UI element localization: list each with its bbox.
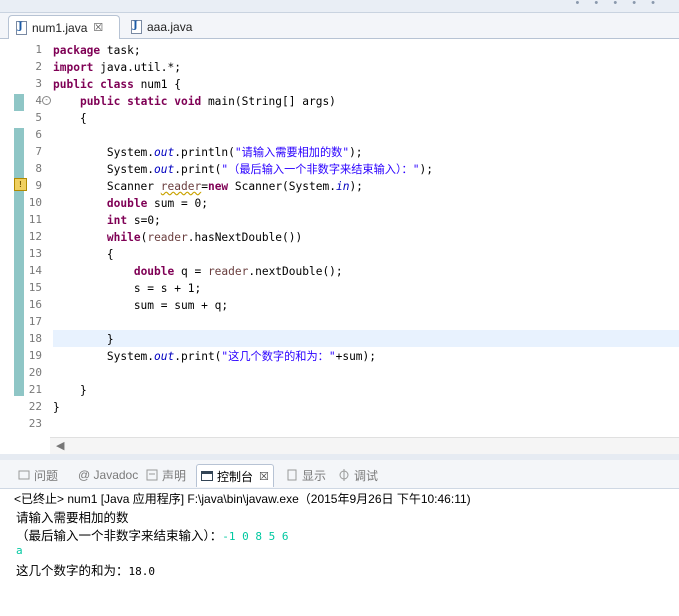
code-line-14: double q = reader.nextDouble(); <box>133 265 343 278</box>
code-line-12: while(reader.hasNextDouble()) <box>106 231 303 244</box>
line-number: 2 <box>35 60 42 73</box>
line-number: 10 <box>28 196 42 209</box>
tab-label: 控制台 <box>217 469 254 484</box>
code-line-2: import java.util.*; <box>53 61 181 74</box>
code-line-13: { <box>53 248 114 261</box>
code-line-21: } <box>53 384 87 397</box>
line-number: 17 <box>28 315 42 328</box>
code-line-19: System.out.print("这几个数字的和为："+sum); <box>53 350 377 363</box>
line-number: 16 <box>28 298 42 311</box>
code-editor[interactable]: ! - 1 2 3 4 5 6 7 8 9 10 11 12 13 14 15 16 17 18 19 20 21 22 2… <box>0 39 679 454</box>
code-line-10: double sum = 0; <box>106 197 208 210</box>
close-icon[interactable]: ☒ <box>259 470 269 483</box>
code-line-16: sum = sum + q; <box>53 299 229 312</box>
line-number: 14 <box>28 264 42 277</box>
console-tab-bar: 问题 @ Javadoc 声明 控制台 ☒ 显示 调试 <box>0 460 679 489</box>
tab-num1-java[interactable]: J num1.java ☒ <box>8 15 120 39</box>
close-icon[interactable]: ☒ <box>93 21 103 34</box>
tab-display[interactable]: 显示 <box>286 466 326 484</box>
line-number: 20 <box>28 366 42 379</box>
code-line-15: s = s + 1; <box>53 282 202 295</box>
console-output-line: 这几个数字的和为：18.0 <box>16 564 156 578</box>
console-output-line: 请输入需要相加的数 <box>16 511 129 525</box>
tab-label: 问题 <box>34 468 59 483</box>
line-number: 3 <box>35 77 42 90</box>
java-file-icon: J <box>15 21 27 35</box>
code-line-8: System.out.print("（最后输入一个非数字来结束输入）："); <box>53 163 433 176</box>
line-number: 11 <box>28 213 42 226</box>
current-line-highlight <box>53 330 679 347</box>
code-line-18: } <box>53 333 114 346</box>
line-number: 23 <box>28 417 42 430</box>
tab-label: 声明 <box>162 468 187 483</box>
code-line-4: public static void main(String[] args) <box>79 95 336 108</box>
line-number: 7 <box>35 145 42 158</box>
console-icon <box>201 470 213 482</box>
line-number: 21 <box>28 383 42 396</box>
scroll-left-icon[interactable]: ◀ <box>56 439 64 452</box>
tab-javadoc[interactable]: @ Javadoc <box>78 466 138 484</box>
horizontal-scrollbar[interactable]: ◀ <box>50 437 679 454</box>
fold-toggle-icon[interactable]: - <box>42 96 51 105</box>
java-file-icon: J <box>130 20 142 34</box>
tab-aaa-java[interactable]: J aaa.java <box>124 15 214 38</box>
console-output-line: a <box>16 543 23 557</box>
line-number: 15 <box>28 281 42 294</box>
sum-value: 18.0 <box>128 565 156 578</box>
code-line-3: public class num1 { <box>53 78 181 91</box>
tab-problems[interactable]: 问题 <box>18 466 58 484</box>
line-number: 8 <box>35 162 42 175</box>
toolbar-overflow: • • • • • <box>575 0 661 9</box>
line-number: 4 <box>35 94 42 107</box>
editor-tab-bar: J num1.java ☒ J aaa.java <box>0 13 679 39</box>
tab-label: 调试 <box>354 468 379 483</box>
problems-icon <box>18 469 30 481</box>
console-status: <已终止> num1 [Java 应用程序] F:\java\bin\javaw… <box>14 492 471 506</box>
line-number: 22 <box>28 400 42 413</box>
tab-label: aaa.java <box>147 19 193 34</box>
declaration-icon <box>146 469 158 481</box>
line-number: 5 <box>35 111 42 124</box>
debug-icon <box>338 469 350 481</box>
user-input: a <box>16 544 23 557</box>
tab-console[interactable]: 控制台 ☒ <box>196 464 274 487</box>
user-input: -1 0 8 5 6 <box>222 530 289 543</box>
console-output-line: （最后输入一个非数字来结束输入）：-1 0 8 5 6 <box>16 529 289 543</box>
tab-label: 显示 <box>302 468 327 483</box>
code-line-5: { <box>53 112 87 125</box>
line-number: 6 <box>35 128 42 141</box>
tab-label: @ Javadoc <box>78 468 139 482</box>
line-number: 19 <box>28 349 42 362</box>
window-top-strip: • • • • • <box>0 0 679 13</box>
line-number: 12 <box>28 230 42 243</box>
tab-debug[interactable]: 调试 <box>338 466 378 484</box>
tab-label: num1.java <box>32 20 88 35</box>
code-line-22: } <box>53 401 60 414</box>
line-number: 18 <box>28 332 42 345</box>
display-icon <box>286 469 298 481</box>
line-number: 9 <box>35 179 42 192</box>
tab-declaration[interactable]: 声明 <box>146 466 186 484</box>
code-line-11: int s=0; <box>106 214 161 227</box>
code-line-9: Scanner reader=new Scanner(System.in); <box>53 180 363 193</box>
code-line-7: System.out.println("请输入需要相加的数"); <box>53 146 363 159</box>
line-number: 1 <box>35 43 42 56</box>
code-line-1: package task; <box>53 44 141 57</box>
line-number: 13 <box>28 247 42 260</box>
